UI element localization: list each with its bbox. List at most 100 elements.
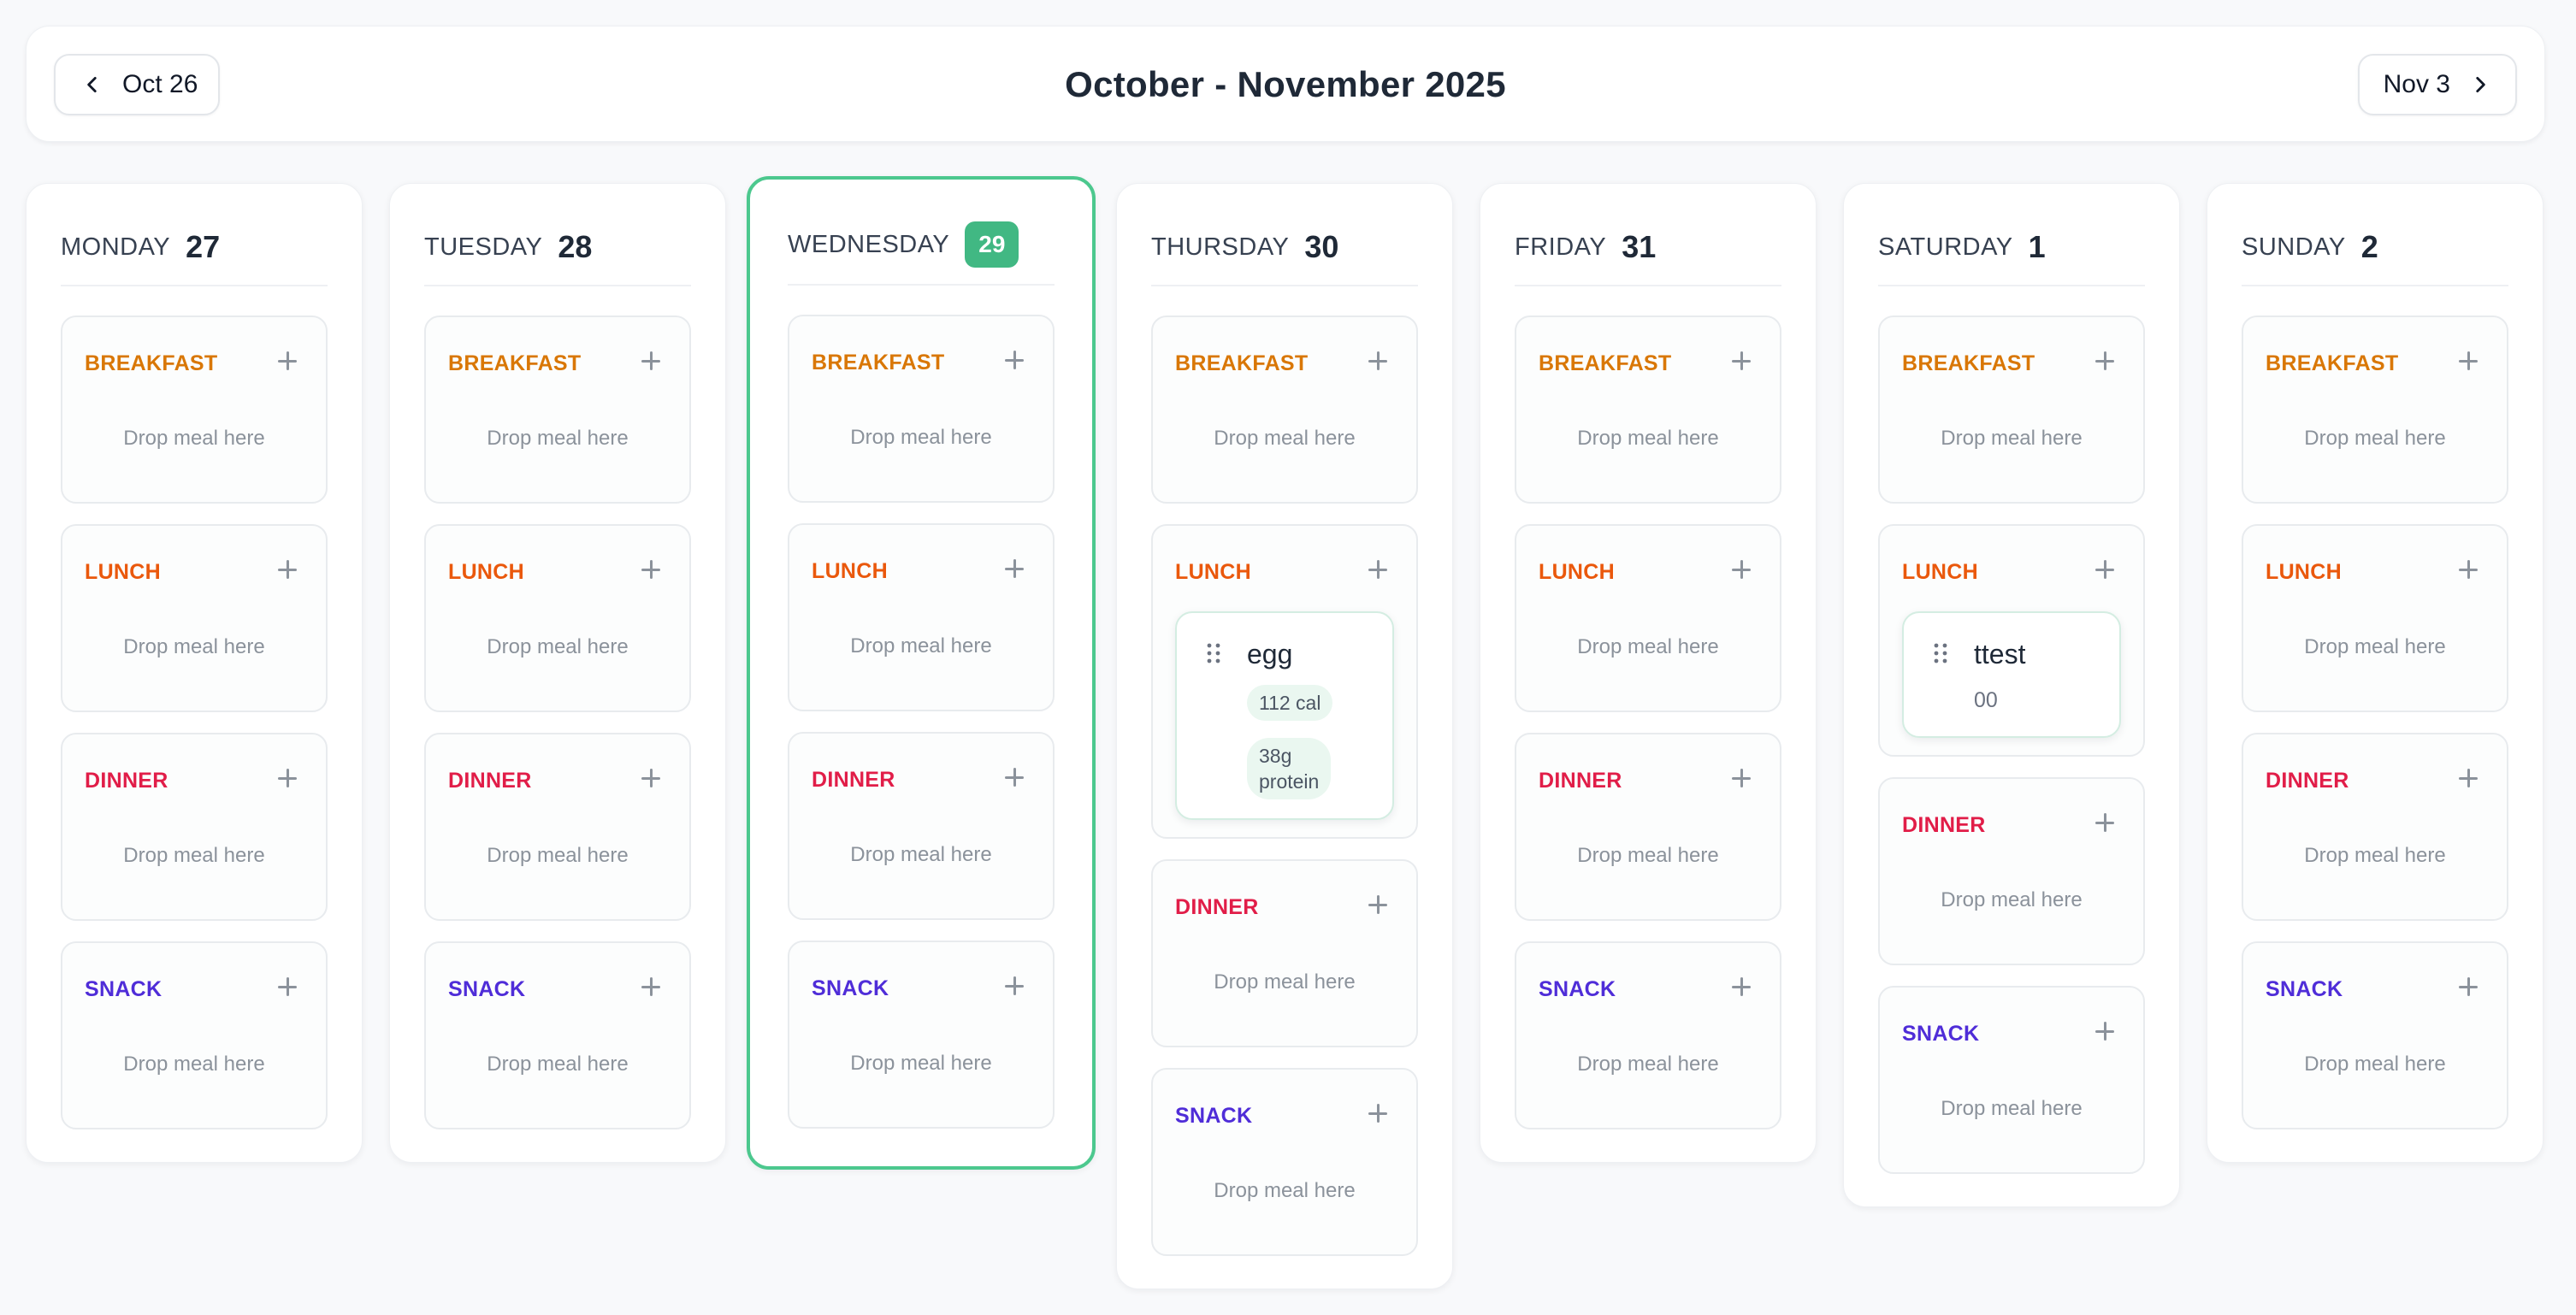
add-meal-icon[interactable] [273,764,302,793]
drag-handle-icon[interactable] [1933,642,1948,664]
next-week-button[interactable]: Nov 3 [2357,54,2517,115]
meal-slot-snack[interactable]: SNACK Drop meal here [1515,941,1781,1129]
meal-slot-snack[interactable]: SNACK Drop meal here [788,941,1055,1129]
drop-zone-text: Drop meal here [1577,1053,1719,1076]
calories-badge: 112 cal [1247,685,1333,721]
day-header: MONDAY 27 [61,184,328,286]
meal-slot-breakfast[interactable]: BREAKFAST Drop meal here [61,315,328,504]
meal-slot-dinner[interactable]: DINNER Drop meal here [2242,733,2508,921]
day-name: WEDNESDAY [788,230,950,258]
meal-slot-dinner[interactable]: DINNER Drop meal here [61,733,328,921]
drag-handle-icon[interactable] [1206,642,1221,664]
meal-slot-breakfast[interactable]: BREAKFAST Drop meal here [1878,315,2145,504]
add-meal-icon[interactable] [1363,346,1392,375]
drop-zone-text: Drop meal here [1577,635,1719,658]
add-meal-icon[interactable] [2090,1017,2119,1046]
meal-card-ttest[interactable]: ttest 00 [1902,611,2121,738]
meal-detail: 00 [1974,688,1998,712]
add-meal-icon[interactable] [1363,1099,1392,1128]
meal-slot-lunch[interactable]: LUNCH Drop meal here [2242,524,2508,712]
meal-slot-breakfast[interactable]: BREAKFAST Drop meal here [788,315,1055,503]
meal-slot-lunch[interactable]: LUNCH Drop meal here [424,524,691,712]
day-column-saturday: SATURDAY 1 BREAKFAST Drop meal here LUNC… [1843,183,2180,1207]
day-header: TUESDAY 28 [424,184,691,286]
day-column-wednesday: WEDNESDAY 29 BREAKFAST Drop meal here LU… [747,176,1096,1170]
meal-slot-lunch[interactable]: LUNCH Drop meal here [1515,524,1781,712]
today-badge: 29 [965,221,1019,268]
add-meal-icon[interactable] [1727,555,1756,584]
slot-label: BREAKFAST [2266,351,2399,375]
drop-zone-text: Drop meal here [123,427,265,450]
add-meal-icon[interactable] [2090,346,2119,375]
drop-zone-text: Drop meal here [1577,844,1719,867]
drop-zone-text: Drop meal here [850,634,992,658]
slot-label: BREAKFAST [1175,351,1309,375]
day-header: WEDNESDAY 29 [788,180,1055,286]
add-meal-icon[interactable] [2454,764,2483,793]
add-meal-icon[interactable] [1727,972,1756,1001]
slot-label: DINNER [448,769,532,793]
drop-zone-text: Drop meal here [487,427,629,450]
add-meal-icon[interactable] [1363,890,1392,919]
add-meal-icon[interactable] [636,555,665,584]
slot-label: DINNER [1175,895,1259,919]
add-meal-icon[interactable] [1727,764,1756,793]
meal-slot-breakfast[interactable]: BREAKFAST Drop meal here [1515,315,1781,504]
day-name: FRIDAY [1515,233,1607,261]
page-title: October - November 2025 [1065,64,1506,104]
meal-slot-dinner[interactable]: DINNER Drop meal here [1151,859,1418,1047]
meal-slot-lunch[interactable]: LUNCH Drop meal here [61,524,328,712]
meal-slot-dinner[interactable]: DINNER Drop meal here [788,732,1055,920]
drop-zone-text: Drop meal here [850,1052,992,1075]
add-meal-icon[interactable] [2454,346,2483,375]
drop-zone-text: Drop meal here [2304,844,2446,867]
meal-slot-breakfast[interactable]: BREAKFAST Drop meal here [2242,315,2508,504]
add-meal-icon[interactable] [1000,763,1029,792]
add-meal-icon[interactable] [2454,972,2483,1001]
day-number: 1 [2028,229,2046,264]
add-meal-icon[interactable] [1000,345,1029,374]
meal-slot-snack[interactable]: SNACK Drop meal here [424,941,691,1129]
slot-label: SNACK [812,976,889,1000]
slot-label: BREAKFAST [1902,351,2035,375]
add-meal-icon[interactable] [2090,555,2119,584]
drop-zone-text: Drop meal here [123,844,265,867]
meal-slot-dinner[interactable]: DINNER Drop meal here [424,733,691,921]
meal-slot-breakfast[interactable]: BREAKFAST Drop meal here [1151,315,1418,504]
meal-slot-lunch[interactable]: LUNCH Drop meal here [788,523,1055,711]
add-meal-icon[interactable] [2090,808,2119,837]
slot-label: SNACK [1539,977,1616,1001]
drop-zone-text: Drop meal here [1577,427,1719,450]
day-column-tuesday: TUESDAY 28 BREAKFAST Drop meal here LUNC… [389,183,726,1163]
meal-slot-snack[interactable]: SNACK Drop meal here [61,941,328,1129]
day-header: SUNDAY 2 [2242,184,2508,286]
meal-slot-dinner[interactable]: DINNER Drop meal here [1515,733,1781,921]
meal-slot-breakfast[interactable]: BREAKFAST Drop meal here [424,315,691,504]
add-meal-icon[interactable] [273,972,302,1001]
previous-week-button[interactable]: Oct 26 [54,54,221,115]
slot-label: BREAKFAST [812,351,945,374]
add-meal-icon[interactable] [1727,346,1756,375]
meal-slot-snack[interactable]: SNACK Drop meal here [1151,1068,1418,1256]
slot-label: SNACK [85,977,162,1001]
add-meal-icon[interactable] [273,346,302,375]
meal-card-egg[interactable]: egg 112 cal 38g protein [1175,611,1394,820]
add-meal-icon[interactable] [636,346,665,375]
add-meal-icon[interactable] [636,764,665,793]
meal-slot-dinner[interactable]: DINNER Drop meal here [1878,777,2145,965]
meal-slot-snack[interactable]: SNACK Drop meal here [1878,986,2145,1174]
meal-slot-lunch[interactable]: LUNCH ttest 00 [1878,524,2145,757]
slot-label: LUNCH [448,560,524,584]
add-meal-icon[interactable] [273,555,302,584]
meal-slot-lunch[interactable]: LUNCH egg 112 cal 38g protein [1151,524,1418,839]
add-meal-icon[interactable] [1000,554,1029,583]
add-meal-icon[interactable] [1000,971,1029,1000]
add-meal-icon[interactable] [2454,555,2483,584]
day-number: 2 [2360,229,2378,264]
add-meal-icon[interactable] [1363,555,1392,584]
day-number: 27 [186,229,221,264]
drop-zone-text: Drop meal here [1214,427,1356,450]
meal-slot-snack[interactable]: SNACK Drop meal here [2242,941,2508,1129]
slot-label: LUNCH [1902,560,1978,584]
add-meal-icon[interactable] [636,972,665,1001]
